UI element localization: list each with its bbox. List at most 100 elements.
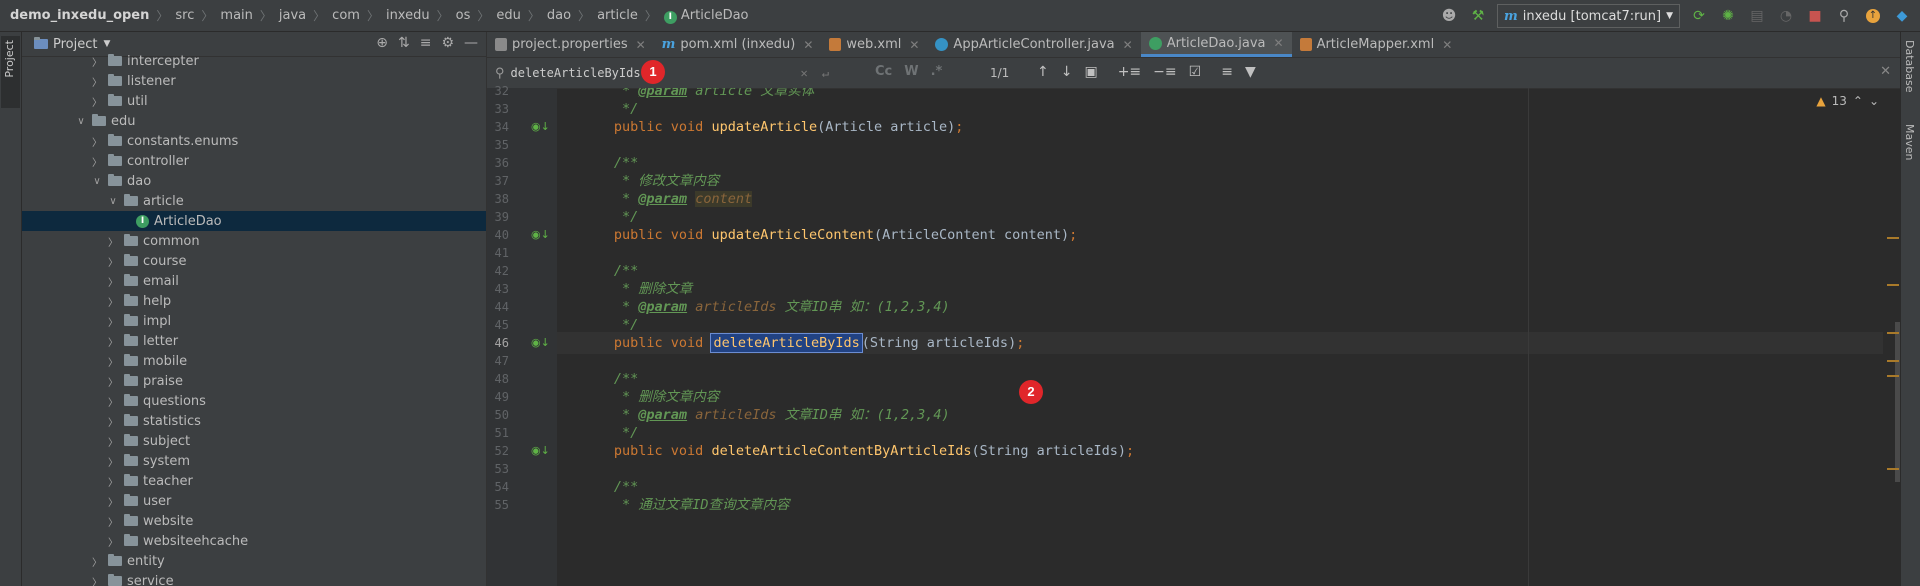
tree-item-subject[interactable]: 〉 subject <box>22 431 486 451</box>
tree-item-website[interactable]: 〉 website <box>22 511 486 531</box>
jetbrains-toolbox-icon[interactable]: ◆ <box>1892 6 1912 26</box>
warning-mark[interactable] <box>1887 468 1899 470</box>
arrow-down-icon[interactable]: ↓ <box>1061 64 1073 80</box>
chevron-right-icon[interactable]: 〉 <box>90 94 104 109</box>
inspection-widget[interactable]: ▲ 13 ⌃ ⌄ <box>1816 94 1879 108</box>
chevron-right-icon[interactable]: 〉 <box>106 494 120 509</box>
implementations-gutter-icon[interactable]: ◉↓ <box>531 440 550 462</box>
stop-icon[interactable]: ■ <box>1805 6 1825 26</box>
debug-icon[interactable]: ✺ <box>1718 6 1738 26</box>
close-icon[interactable]: ✕ <box>1274 36 1284 50</box>
tree-item-service[interactable]: 〉 service <box>22 571 486 586</box>
add-occurrence-icon[interactable]: +≡ <box>1118 64 1141 80</box>
chevron-right-icon[interactable]: 〉 <box>106 414 120 429</box>
chevron-right-icon[interactable]: 〉 <box>106 274 120 289</box>
tree-item-questions[interactable]: 〉 questions <box>22 391 486 411</box>
tree-item-intercepter[interactable]: 〉 intercepter <box>22 51 486 71</box>
user-icon[interactable]: ☻ <box>1439 6 1459 26</box>
breadcrumb-item[interactable]: java <box>279 8 306 23</box>
close-icon[interactable]: ✕ <box>909 38 919 52</box>
implementations-gutter-icon[interactable]: ◉↓ <box>531 116 550 138</box>
tree-item-teacher[interactable]: 〉 teacher <box>22 471 486 491</box>
tree-item-websiteehcache[interactable]: 〉 websiteehcache <box>22 531 486 551</box>
tree-item-util[interactable]: 〉 util <box>22 91 486 111</box>
chevron-right-icon[interactable]: 〉 <box>106 394 120 409</box>
tree-item-statistics[interactable]: 〉 statistics <box>22 411 486 431</box>
chevron-right-icon[interactable]: 〉 <box>106 374 120 389</box>
chevron-down-icon[interactable]: ∨ <box>90 176 104 187</box>
breadcrumb-item[interactable]: edu <box>496 8 521 23</box>
tab-apparticlecontroller-java[interactable]: AppArticleController.java ✕ <box>927 32 1140 57</box>
close-icon[interactable]: ✕ <box>1880 64 1891 79</box>
tree-item-email[interactable]: 〉 email <box>22 271 486 291</box>
chevron-right-icon[interactable]: 〉 <box>106 474 120 489</box>
tree-item-impl[interactable]: 〉 impl <box>22 311 486 331</box>
next-highlight-icon[interactable]: ⌄ <box>1869 94 1879 108</box>
code-line[interactable]: * 通过文章ID查询文章内容 <box>557 494 1883 516</box>
tree-item-user[interactable]: 〉 user <box>22 491 486 511</box>
error-stripe[interactable] <box>1887 88 1901 586</box>
chevron-right-icon[interactable]: 〉 <box>106 334 120 349</box>
filter-settings-icon[interactable]: ≡ <box>1221 64 1233 80</box>
chevron-right-icon[interactable]: 〉 <box>106 454 120 469</box>
close-icon[interactable]: ✕ <box>1123 38 1133 52</box>
breadcrumb-item[interactable]: main <box>220 8 252 23</box>
tree-item-common[interactable]: 〉 common <box>22 231 486 251</box>
search-everywhere-icon[interactable]: ⚲ <box>1834 6 1854 26</box>
tab-articlemapper-xml[interactable]: ArticleMapper.xml ✕ <box>1292 32 1461 57</box>
gear-icon[interactable]: ⚙ <box>441 35 454 51</box>
run-configuration-select[interactable]: m inxedu [tomcat7:run] ▼ <box>1497 4 1680 28</box>
select-all-occurrences-icon[interactable]: ☑ <box>1189 64 1202 80</box>
regex-toggle[interactable]: .* <box>931 64 943 79</box>
tab-web-xml[interactable]: web.xml ✕ <box>821 32 927 57</box>
project-tool-tab[interactable]: Project <box>1 36 20 108</box>
match-case-toggle[interactable]: Cc <box>875 64 892 79</box>
chevron-right-icon[interactable]: 〉 <box>106 434 120 449</box>
open-in-window-icon[interactable]: ▣ <box>1084 64 1097 80</box>
previous-highlight-icon[interactable]: ⌃ <box>1853 94 1863 108</box>
chevron-right-icon[interactable]: 〉 <box>106 354 120 369</box>
chevron-right-icon[interactable]: 〉 <box>90 154 104 169</box>
tree-item-entity[interactable]: 〉 entity <box>22 551 486 571</box>
chevron-right-icon[interactable]: 〉 <box>106 254 120 269</box>
chevron-down-icon[interactable]: ▼ <box>103 39 110 49</box>
warning-mark[interactable] <box>1887 375 1899 377</box>
breadcrumb-item[interactable]: inxedu <box>386 8 430 23</box>
breadcrumb-item[interactable]: os <box>456 8 471 23</box>
chevron-right-icon[interactable]: 〉 <box>106 314 120 329</box>
breadcrumb-item[interactable]: I ArticleDao <box>663 8 749 24</box>
breadcrumb-item[interactable]: dao <box>547 8 571 23</box>
tree-item-system[interactable]: 〉 system <box>22 451 486 471</box>
warning-mark[interactable] <box>1887 332 1899 334</box>
warning-mark[interactable] <box>1887 360 1899 362</box>
chevron-down-icon[interactable]: ∨ <box>106 196 120 207</box>
chevron-right-icon[interactable]: 〉 <box>106 534 120 549</box>
build-hammer-icon[interactable]: ⚒ <box>1468 6 1488 26</box>
chevron-right-icon[interactable]: 〉 <box>90 74 104 89</box>
update-icon[interactable]: ↑ <box>1863 6 1883 26</box>
whole-words-toggle[interactable]: W <box>904 64 918 79</box>
expand-all-icon[interactable]: ⇅ <box>398 35 410 51</box>
implementations-gutter-icon[interactable]: ◉↓ <box>531 224 550 246</box>
close-icon[interactable]: ✕ <box>1442 38 1452 52</box>
tree-item-letter[interactable]: 〉 letter <box>22 331 486 351</box>
tree-item-controller[interactable]: 〉 controller <box>22 151 486 171</box>
rerun-icon[interactable]: ⟳ <box>1689 6 1709 26</box>
chevron-right-icon[interactable]: 〉 <box>90 54 104 69</box>
new-line-icon[interactable]: ↵ <box>822 66 829 80</box>
code-editor[interactable]: * @param article 文章实体 */ public void upd… <box>557 88 1883 586</box>
arrow-up-icon[interactable]: ↑ <box>1037 64 1049 80</box>
locate-icon[interactable]: ⊕ <box>376 35 388 51</box>
breadcrumb-item[interactable]: article <box>597 8 638 23</box>
tree-item-constants-enums[interactable]: 〉 constants.enums <box>22 131 486 151</box>
coverage-icon[interactable]: ▤ <box>1747 6 1767 26</box>
chevron-down-icon[interactable]: ∨ <box>74 116 88 127</box>
remove-occurrence-icon[interactable]: −≡ <box>1153 64 1176 80</box>
tree-item-articledao[interactable]: I ArticleDao <box>22 211 486 231</box>
close-icon[interactable]: ✕ <box>803 38 813 52</box>
tree-item-course[interactable]: 〉 course <box>22 251 486 271</box>
filter-icon[interactable]: ▼ <box>1245 64 1256 80</box>
breadcrumb-item[interactable]: com <box>332 8 360 23</box>
chevron-right-icon[interactable]: 〉 <box>90 554 104 569</box>
find-field[interactable]: ⚲ ✕ ↵ <box>491 62 866 84</box>
